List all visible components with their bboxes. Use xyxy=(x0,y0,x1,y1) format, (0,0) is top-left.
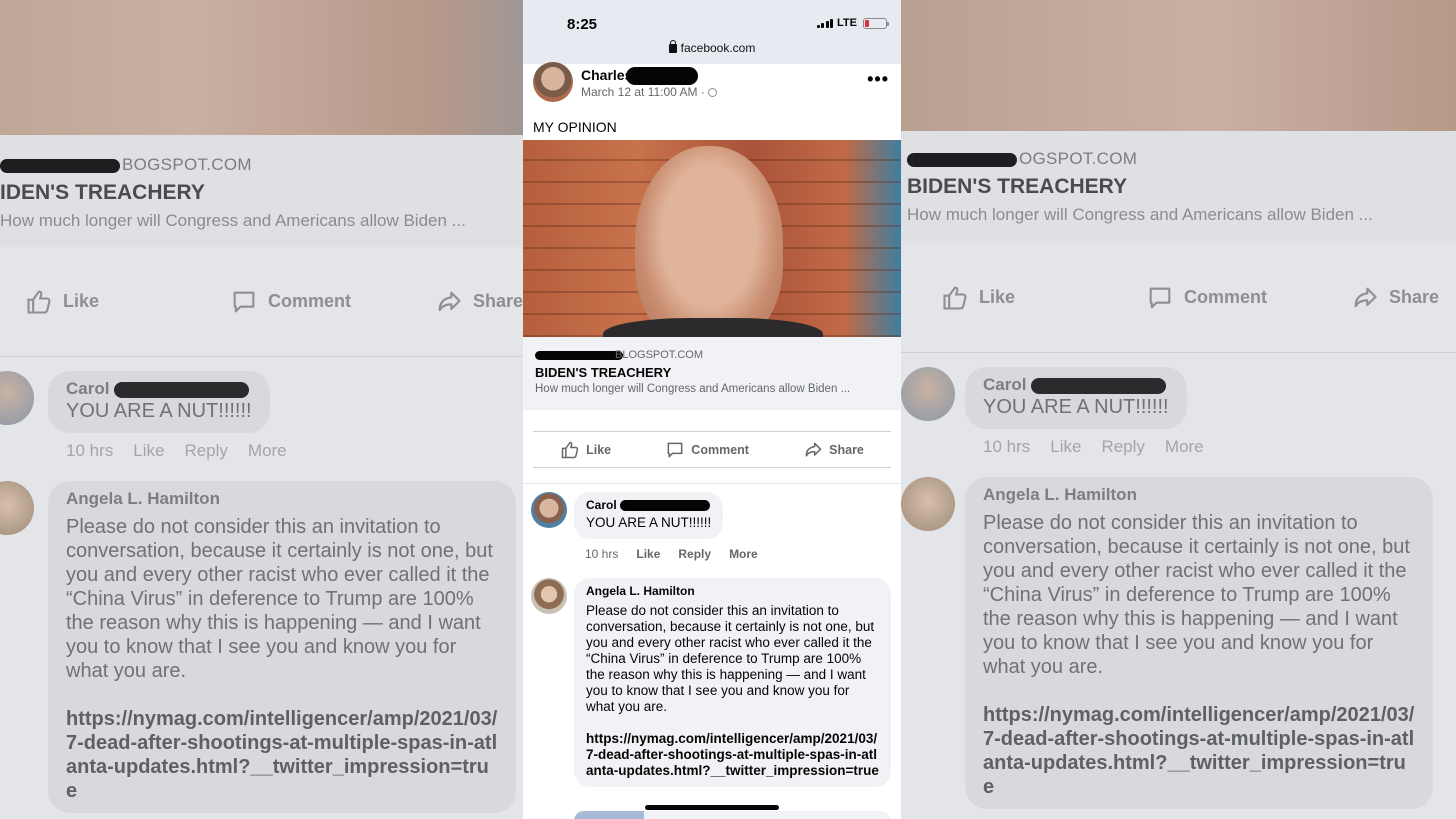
globe-icon xyxy=(707,88,717,97)
comment-text: Please do not consider this an invitatio… xyxy=(586,603,875,714)
bg-comment-angela: Angela L. Hamilton Please do not conside… xyxy=(901,477,1456,809)
comment-text: YOU ARE A NUT!!!!!! xyxy=(586,515,712,530)
bg-share: Share xyxy=(1351,284,1456,312)
post-text: MY OPINION xyxy=(533,119,617,135)
comment-meta: 10 hrs Like Reply More xyxy=(585,547,901,561)
bg-comment-bubble: Angela L. Hamilton Please do not conside… xyxy=(48,481,516,813)
share-icon xyxy=(805,442,822,457)
home-indicator[interactable] xyxy=(645,805,779,810)
avatar xyxy=(901,477,955,531)
bg-like: Like xyxy=(941,284,1146,312)
face-photo xyxy=(635,146,783,337)
post-header: Charles March 12 at 11:00 AM · ••• xyxy=(523,62,901,118)
avatar[interactable] xyxy=(531,492,567,528)
comment-bubble[interactable]: Carol YOU ARE A NUT!!!!!! xyxy=(574,492,724,539)
avatar[interactable] xyxy=(531,578,567,614)
comment-author[interactable]: Angela L. Hamilton xyxy=(586,584,879,598)
bg-action-bar: Like Comment Share xyxy=(0,247,523,357)
signal-icon xyxy=(816,18,834,28)
link-title: BIDEN'S TREACHERY xyxy=(535,365,672,380)
background-right: OGSPOT.COM BIDEN'S TREACHERY How much lo… xyxy=(901,0,1456,819)
bg-comment-angela: Angela L. Hamilton Please do not conside… xyxy=(0,481,523,813)
share-icon xyxy=(438,291,461,311)
more-icon[interactable]: ••• xyxy=(867,69,889,90)
bg-comment-bubble: Carol YOU ARE A NUT!!!!!! xyxy=(965,367,1187,429)
comment-author[interactable]: Carol xyxy=(586,498,711,512)
bg-photo xyxy=(0,0,523,135)
bg-link-domain: OGSPOT.COM xyxy=(907,149,1456,169)
like-icon xyxy=(943,285,967,310)
link-description: How much longer will Congress and Americ… xyxy=(535,383,851,395)
avatar[interactable] xyxy=(533,62,573,102)
comment-button[interactable]: Comment xyxy=(665,440,749,460)
comment-carol: Carol YOU ARE A NUT!!!!!! 10 hrs Like Re… xyxy=(523,492,901,561)
status-bar: 8:25 LTE facebook.com xyxy=(523,0,901,64)
comment-more-button[interactable]: More xyxy=(729,547,758,561)
share-button[interactable]: Share xyxy=(803,440,864,460)
link-preview[interactable]: BLOGSPOT.COM BIDEN'S TREACHERY How much … xyxy=(523,337,901,410)
phone-screen: 8:25 LTE facebook.com Charles March 12 a… xyxy=(523,0,901,819)
background-left: BOGSPOT.COM IDEN'S TREACHERY How much lo… xyxy=(0,0,523,819)
avatar xyxy=(0,371,34,425)
bg-photo xyxy=(901,0,1456,131)
address-bar[interactable]: facebook.com xyxy=(523,40,901,55)
comment-time: 10 hrs xyxy=(585,547,619,561)
bg-comment: Comment xyxy=(230,288,435,316)
share-icon xyxy=(1354,287,1377,307)
comment-icon xyxy=(233,291,255,312)
url-text: facebook.com xyxy=(680,41,756,55)
bg-link-title: BIDEN'S TREACHERY xyxy=(907,175,1128,198)
bg-comment-carol: Carol YOU ARE A NUT!!!!!! 10 hrs Like Re… xyxy=(0,371,523,461)
redaction xyxy=(626,67,699,86)
battery-icon xyxy=(863,17,889,29)
avatar xyxy=(901,367,955,421)
post-image[interactable] xyxy=(523,140,901,337)
bg-comment-bubble: Angela L. Hamilton Please do not conside… xyxy=(965,477,1433,809)
comment-bubble[interactable]: Angela L. Hamilton Please do not conside… xyxy=(574,578,891,787)
comment-angela: Angela L. Hamilton Please do not conside… xyxy=(523,578,901,787)
like-button[interactable]: Like xyxy=(560,440,611,460)
post-action-bar: Like Comment Share xyxy=(533,431,891,468)
bg-link-description: How much longer will Congress and Americ… xyxy=(907,205,1373,224)
comment-icon xyxy=(667,442,683,457)
background-left-content: BOGSPOT.COM IDEN'S TREACHERY How much lo… xyxy=(0,0,523,813)
bg-link-description: How much longer will Congress and Americ… xyxy=(0,211,466,230)
like-icon xyxy=(561,441,579,458)
like-icon xyxy=(27,289,51,314)
comment-reply-button[interactable]: Reply xyxy=(678,547,711,561)
background-right-content: OGSPOT.COM BIDEN'S TREACHERY How much lo… xyxy=(901,0,1456,809)
comment-like-button[interactable]: Like xyxy=(636,547,660,561)
bg-action-bar: Like Comment Share xyxy=(901,243,1456,353)
bg-link-title: IDEN'S TREACHERY xyxy=(0,181,205,204)
comment-link[interactable]: https://nymag.com/intelligencer/amp/2021… xyxy=(586,731,879,779)
next-comment-preview xyxy=(574,811,891,819)
post-timestamp[interactable]: March 12 at 11:00 AM · xyxy=(581,85,717,99)
avatar xyxy=(0,481,34,535)
bg-link-domain: BOGSPOT.COM xyxy=(0,155,523,175)
network-label: LTE xyxy=(837,17,857,29)
shirt xyxy=(603,318,823,337)
bg-link-card: BOGSPOT.COM IDEN'S TREACHERY How much lo… xyxy=(0,135,523,247)
bg-comment: Comment xyxy=(1146,284,1351,312)
clock: 8:25 xyxy=(567,16,598,33)
bg-comment-meta: 10 hrs Like Reply More xyxy=(66,441,287,460)
bg-comment-carol: Carol YOU ARE A NUT!!!!!! 10 hrs Like Re… xyxy=(901,367,1456,457)
bg-share: Share xyxy=(435,288,523,316)
redaction xyxy=(620,500,711,512)
bg-comment-bubble: Carol YOU ARE A NUT!!!!!! xyxy=(48,371,270,433)
status-indicators: LTE xyxy=(816,17,889,29)
divider xyxy=(523,468,901,484)
bg-like: Like xyxy=(25,288,230,316)
bg-link-card: OGSPOT.COM BIDEN'S TREACHERY How much lo… xyxy=(901,131,1456,243)
post-author[interactable]: Charles xyxy=(581,67,699,86)
bg-comment-meta: 10 hrs Like Reply More xyxy=(983,437,1204,456)
redaction xyxy=(535,350,623,360)
link-domain: BLOGSPOT.COM xyxy=(535,349,889,361)
comment-icon xyxy=(1149,287,1171,308)
lock-icon xyxy=(668,40,677,53)
